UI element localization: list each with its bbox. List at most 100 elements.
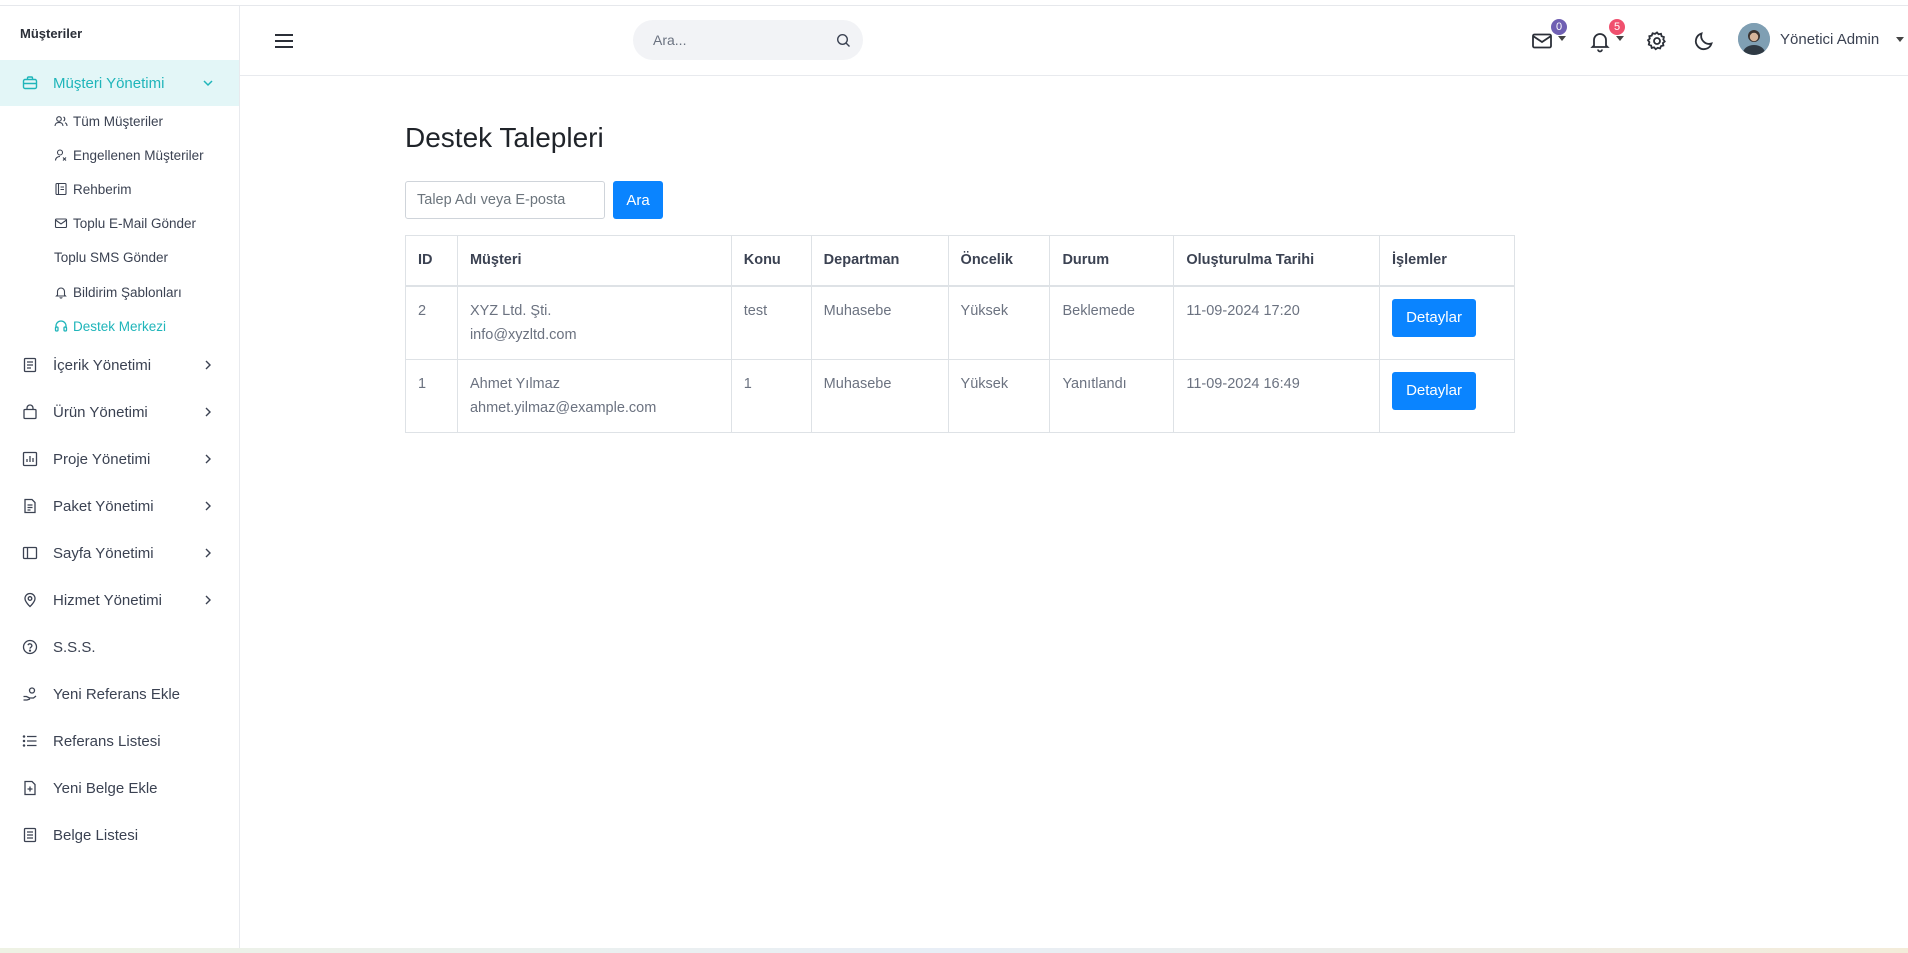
chevron-right-icon: [205, 454, 211, 464]
mail-icon: [54, 218, 68, 229]
header-search-input[interactable]: [633, 20, 833, 60]
document-icon: [23, 357, 37, 373]
help-circle-icon: [22, 639, 38, 655]
column-header-subject: Konu: [730, 235, 812, 287]
mail-count-badge: 0: [1551, 19, 1567, 35]
column-header-actions: İşlemler: [1379, 235, 1515, 287]
column-header-priority: Öncelik: [947, 235, 1051, 287]
users-icon: [54, 116, 68, 127]
cell-subject: test: [730, 285, 812, 360]
column-header-created: Oluşturulma Tarihi: [1173, 235, 1381, 287]
cell-created: 11-09-2024 17:20: [1173, 285, 1381, 360]
sidebar-sub-label: Toplu SMS Gönder: [54, 249, 169, 265]
hamburger-menu-icon[interactable]: [273, 30, 295, 52]
sidebar-item-label: Referans Listesi: [53, 732, 161, 750]
customer-name: XYZ Ltd. Şti.: [469, 302, 552, 319]
sidebar-item-reference-list[interactable]: Referans Listesi: [0, 721, 239, 761]
chevron-right-icon: [205, 501, 211, 511]
page-title: Destek Talepleri: [405, 122, 604, 153]
sidebar-group-customer-management[interactable]: Müşteri Yönetimi: [0, 60, 239, 106]
shopping-bag-icon: [23, 404, 37, 420]
file-text-icon: [24, 498, 36, 514]
sidebar-item-label: Proje Yönetimi: [53, 450, 151, 468]
sidebar-item-label: Paket Yönetimi: [53, 497, 154, 515]
user-dropdown-caret[interactable]: [1896, 37, 1904, 42]
sidebar-title: Müşteriler: [20, 26, 83, 41]
sidebar-sub-notification-templates[interactable]: Bildirim Şablonları: [0, 277, 239, 307]
sidebar-item-new-document[interactable]: Yeni Belge Ekle: [0, 768, 239, 808]
ticket-search-input[interactable]: [405, 181, 605, 219]
sidebar-item-pages[interactable]: Sayfa Yönetimi: [0, 533, 239, 573]
mail-dropdown-caret[interactable]: [1558, 36, 1566, 41]
user-name[interactable]: Yönetici Admin: [1780, 31, 1879, 48]
document-list-icon: [23, 827, 37, 843]
cell-customer: Ahmet Yılmaz ahmet.yilmaz@example.com: [456, 358, 732, 433]
layout-icon: [22, 546, 38, 560]
cell-customer: XYZ Ltd. Şti. info@xyzltd.com: [456, 285, 732, 360]
sidebar-sub-blocked-customers[interactable]: Engellenen Müşteriler: [0, 140, 239, 170]
briefcase-icon: [22, 76, 38, 90]
sidebar-item-new-reference[interactable]: Yeni Referans Ekle: [0, 674, 239, 714]
map-pin-icon: [24, 592, 36, 608]
sidebar-item-label: Yeni Belge Ekle: [53, 779, 158, 797]
cell-priority: Yüksek: [947, 285, 1051, 360]
sidebar-item-label: Hizmet Yönetimi: [53, 591, 162, 609]
table-row: 2 XYZ Ltd. Şti. info@xyzltd.com test Muh…: [405, 285, 1515, 360]
chevron-right-icon: [205, 360, 211, 370]
ticket-search-button[interactable]: Ara: [613, 181, 663, 219]
sidebar-item-packages[interactable]: Paket Yönetimi: [0, 486, 239, 526]
sidebar-item-label: Sayfa Yönetimi: [53, 544, 154, 562]
hand-coin-icon: [23, 687, 37, 701]
cell-actions: Detaylar: [1379, 285, 1515, 360]
bell-icon: [55, 287, 67, 299]
sidebar-sub-label: Bildirim Şablonları: [73, 284, 182, 300]
file-plus-icon: [24, 780, 36, 796]
sidebar-item-document-list[interactable]: Belge Listesi: [0, 815, 239, 855]
chevron-down-icon: [203, 80, 213, 87]
customer-name: Ahmet Yılmaz: [469, 375, 560, 392]
details-button[interactable]: Detaylar: [1392, 298, 1477, 337]
sidebar-sub-contacts[interactable]: Rehberim: [0, 174, 239, 204]
column-header-id: ID: [405, 235, 458, 287]
user-avatar[interactable]: [1738, 23, 1770, 55]
sidebar-item-label: İçerik Yönetimi: [53, 356, 152, 374]
gear-icon[interactable]: [1645, 29, 1669, 53]
column-header-status: Durum: [1049, 235, 1175, 287]
sidebar-item-products[interactable]: Ürün Yönetimi: [0, 392, 239, 432]
customer-email: ahmet.yilmaz@example.com: [469, 399, 657, 416]
chevron-right-icon: [205, 548, 211, 558]
sidebar-item-faq[interactable]: S.S.S.: [0, 627, 239, 667]
sidebar-sub-label: Toplu E-Mail Gönder: [73, 215, 197, 231]
column-header-customer: Müşteri: [456, 235, 732, 287]
details-button[interactable]: Detaylar: [1392, 371, 1477, 410]
user-block-icon: [54, 149, 67, 161]
sidebar-sub-label: Destek Merkezi: [73, 318, 167, 334]
table-row: 1 Ahmet Yılmaz ahmet.yilmaz@example.com …: [405, 358, 1515, 433]
bar-chart-icon: [22, 451, 38, 467]
sidebar-sub-bulk-sms[interactable]: Toplu SMS Gönder: [0, 242, 239, 272]
sidebar-sub-label: Engellenen Müşteriler: [73, 147, 204, 163]
cell-department: Muhasebe: [810, 358, 949, 433]
sidebar-sub-support-center[interactable]: Destek Merkezi: [0, 311, 239, 341]
sidebar-sub-all-customers[interactable]: Tüm Müşteriler: [0, 106, 239, 136]
sidebar-item-label: Ürün Yönetimi: [53, 403, 148, 421]
notification-dropdown-caret[interactable]: [1616, 36, 1624, 41]
chevron-right-icon: [205, 407, 211, 417]
cell-created: 11-09-2024 16:49: [1173, 358, 1381, 433]
bottom-border: [0, 948, 1908, 953]
sidebar-sub-label: Rehberim: [73, 181, 132, 197]
sidebar-item-content[interactable]: İçerik Yönetimi: [0, 345, 239, 385]
cell-priority: Yüksek: [947, 358, 1051, 433]
sidebar-item-services[interactable]: Hizmet Yönetimi: [0, 580, 239, 620]
mail-icon[interactable]: [1530, 29, 1554, 53]
search-icon[interactable]: [836, 33, 851, 48]
cell-status: Yanıtlandı: [1049, 358, 1175, 433]
header-search: [633, 20, 863, 60]
cell-id: 1: [405, 358, 458, 433]
sidebar-item-projects[interactable]: Proje Yönetimi: [0, 439, 239, 479]
sidebar-item-label: Belge Listesi: [53, 826, 139, 844]
bell-icon[interactable]: [1588, 29, 1612, 53]
chevron-right-icon: [205, 595, 211, 605]
moon-icon[interactable]: [1692, 29, 1716, 53]
sidebar-sub-bulk-email[interactable]: Toplu E-Mail Gönder: [0, 208, 239, 238]
